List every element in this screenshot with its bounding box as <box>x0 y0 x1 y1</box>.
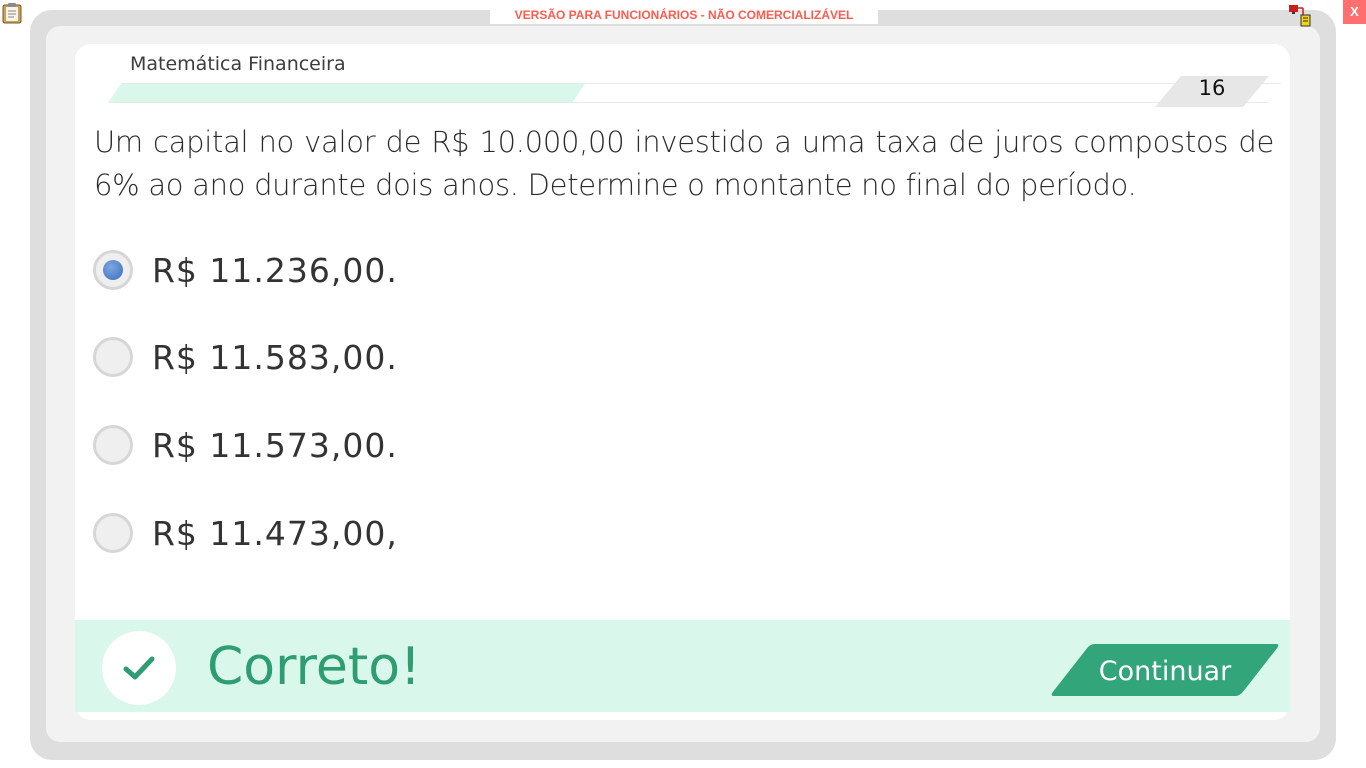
answer-option-a[interactable]: R$ 11.236,00. <box>92 248 792 298</box>
progress-bar <box>108 83 1282 103</box>
feedback-status: Correto! <box>207 637 421 697</box>
question-number: 16 <box>1198 76 1226 100</box>
check-badge <box>102 631 176 705</box>
radio-button[interactable] <box>93 513 133 553</box>
subject-title: Matemática Financeira <box>130 53 346 75</box>
answer-option-d[interactable]: R$ 11.473,00, <box>92 511 792 561</box>
answer-option-c[interactable]: R$ 11.573,00. <box>92 423 792 473</box>
answer-option-b[interactable]: R$ 11.583,00. <box>92 335 792 385</box>
radio-button[interactable] <box>93 337 133 377</box>
clipboard-icon[interactable] <box>2 2 22 24</box>
continue-button[interactable]: Continuar <box>1049 644 1281 696</box>
question-text: Um capital no valor de R$ 10.000,00 inve… <box>94 125 1274 202</box>
continue-button-label[interactable]: Continuar <box>1070 644 1260 696</box>
answer-option-label[interactable]: R$ 11.583,00. <box>152 335 398 381</box>
radio-selected-dot <box>103 260 123 280</box>
close-button[interactable]: X <box>1343 0 1366 24</box>
network-icon[interactable] <box>1288 3 1314 27</box>
answer-option-label[interactable]: R$ 11.473,00, <box>152 511 398 557</box>
check-icon <box>123 656 155 680</box>
answer-option-label[interactable]: R$ 11.573,00. <box>152 423 398 469</box>
progress-fill <box>108 84 585 102</box>
radio-button[interactable] <box>93 425 133 465</box>
radio-button[interactable] <box>93 250 133 290</box>
watermark-banner: VERSÃO PARA FUNCIONÁRIOS - NÃO COMERCIAL… <box>490 6 878 24</box>
answer-option-label[interactable]: R$ 11.236,00. <box>152 248 398 294</box>
